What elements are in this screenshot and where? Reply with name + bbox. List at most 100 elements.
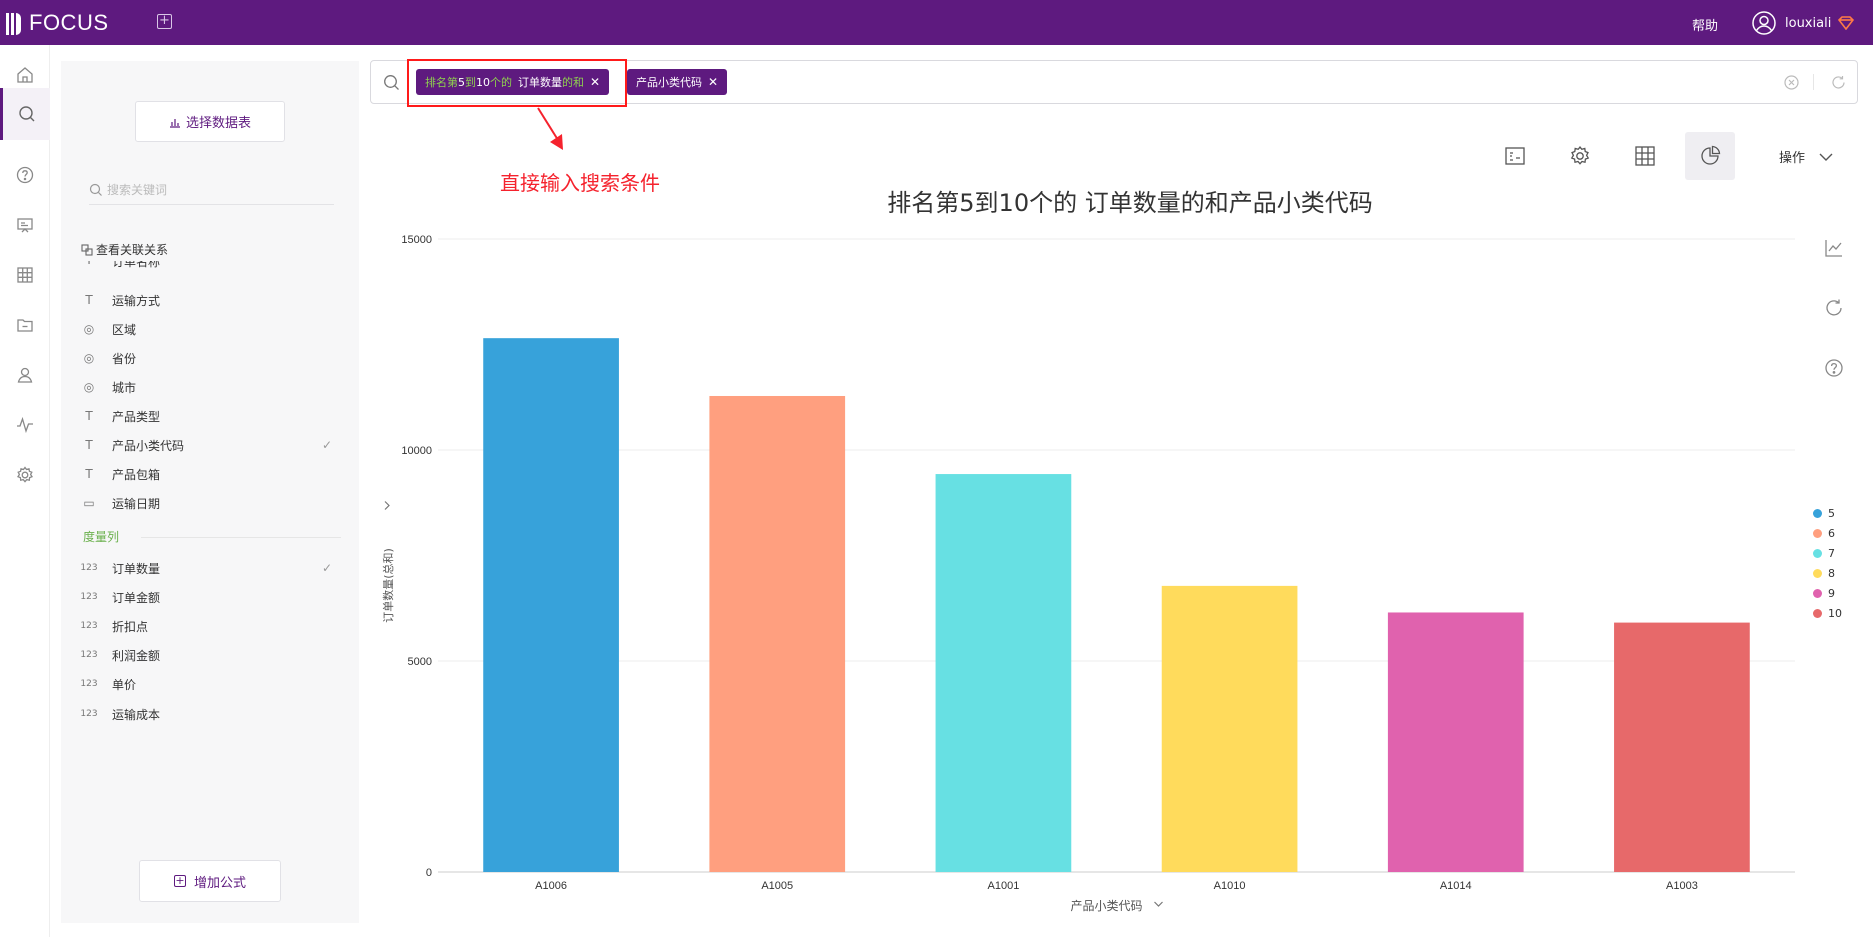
y-axis-label[interactable]: 订单数量(总和)	[381, 548, 395, 623]
field-name: 订单名称	[112, 261, 161, 269]
add-tab-icon[interactable]: +	[157, 14, 172, 29]
number-type-icon: 123	[80, 650, 98, 660]
field-name: 区域	[112, 322, 137, 337]
field-item-selected[interactable]: 123 订单数量 ✓	[61, 554, 359, 582]
field-item[interactable]: T 产品包箱	[61, 460, 359, 488]
presentation-icon	[17, 218, 33, 233]
y-tick-label: 15000	[401, 234, 432, 246]
field-item[interactable]: 123 单价	[61, 670, 359, 698]
x-tick-label: A1014	[1440, 880, 1472, 892]
chevron-right-icon	[384, 501, 390, 510]
text-type-icon: T	[85, 438, 93, 452]
field-item-selected[interactable]: T 产品小类代码 ✓	[61, 431, 359, 459]
annotation-text: 直接输入搜索条件	[500, 171, 660, 195]
top-bar: FOCUS + 帮助 louxiali	[0, 0, 1873, 45]
search-icon	[384, 75, 399, 90]
help-link[interactable]: 帮助	[1692, 15, 1718, 34]
link-icon	[81, 243, 93, 256]
table-view-button[interactable]	[1620, 132, 1670, 180]
remove-token-icon[interactable]: ✕	[708, 75, 718, 89]
field-search-input[interactable]: 搜索关键词	[89, 181, 334, 205]
view-relations-label: 查看关联关系	[96, 243, 169, 257]
field-item[interactable]: 123 运输成本	[61, 700, 359, 728]
field-item[interactable]: ◎ 省份	[61, 344, 359, 372]
view-relations-link[interactable]: 查看关联关系	[81, 241, 168, 258]
nav-help[interactable]	[0, 150, 50, 200]
select-table-label: 选择数据表	[185, 116, 251, 131]
text-type-icon: T	[82, 261, 96, 267]
nav-search[interactable]	[0, 88, 50, 140]
chart-help-icon[interactable]	[1824, 358, 1844, 378]
field-name: 运输日期	[112, 496, 161, 511]
table-icon	[17, 267, 33, 283]
field-item-partial[interactable]: T 订单名称	[61, 261, 359, 275]
select-table-button[interactable]: 选择数据表	[135, 101, 285, 142]
x-tick-label: A1003	[1666, 880, 1698, 892]
checkmark-icon: ✓	[322, 438, 333, 452]
bar[interactable]	[1614, 622, 1750, 872]
legend-item[interactable]: 5	[1813, 503, 1842, 523]
number-type-icon: 123	[80, 563, 98, 573]
legend-item[interactable]: 10	[1813, 603, 1842, 623]
chart-settings-button[interactable]	[1555, 132, 1605, 180]
section-divider	[141, 537, 341, 538]
legend-item[interactable]: 8	[1813, 563, 1842, 583]
nav-settings[interactable]	[0, 450, 50, 500]
settings-icon	[17, 466, 33, 483]
focus-logo[interactable]: FOCUS	[6, 10, 109, 36]
field-item[interactable]: 123 利润金额	[61, 641, 359, 669]
x-tick-label: A1006	[535, 880, 567, 892]
legend-item[interactable]: 9	[1813, 583, 1842, 603]
help-icon	[16, 166, 34, 184]
chart-view-button[interactable]	[1685, 132, 1735, 180]
field-item[interactable]: T 产品类型	[61, 402, 359, 430]
legend-label: 10	[1828, 606, 1842, 620]
nav-user[interactable]	[0, 350, 50, 400]
search-placeholder: 搜索关键词	[107, 183, 168, 197]
nav-folder[interactable]	[0, 300, 50, 350]
nav-activity[interactable]	[0, 400, 50, 450]
bar[interactable]	[483, 338, 619, 872]
bar[interactable]	[709, 395, 846, 872]
activity-icon	[17, 416, 33, 434]
user-menu[interactable]: louxiali	[1752, 11, 1855, 35]
bar[interactable]	[935, 474, 1072, 872]
bar[interactable]	[1161, 585, 1298, 872]
globe-icon: ◎	[83, 351, 95, 365]
legend-item[interactable]: 7	[1813, 543, 1842, 563]
bar-chart: 0 5000 10000 15000 A1006 A1005 A1001 A1010 A1014…	[381, 234, 1795, 913]
field-item[interactable]: ◎ 区域	[61, 315, 359, 343]
add-formula-label: 增加公式	[193, 875, 246, 891]
chart-type-button[interactable]	[1490, 132, 1540, 180]
nav-table[interactable]	[0, 250, 50, 300]
field-name: 订单数量	[112, 561, 161, 576]
calendar-icon: ▭	[83, 496, 95, 510]
refresh-search-icon[interactable]	[1831, 75, 1846, 90]
x-axis-label[interactable]: 产品小类代码	[1070, 899, 1142, 913]
field-item[interactable]: 123 折扣点	[61, 612, 359, 640]
field-item[interactable]: T 运输方式	[61, 286, 359, 314]
legend-item[interactable]: 6	[1813, 523, 1842, 543]
number-type-icon: 123	[80, 592, 98, 602]
search-icon	[89, 183, 102, 196]
clear-search-icon[interactable]	[1784, 75, 1799, 90]
text-type-icon: T	[85, 467, 93, 481]
add-formula-button[interactable]: + 增加公式	[139, 860, 281, 902]
x-tick-label: A1005	[761, 880, 793, 892]
bar[interactable]	[1387, 612, 1524, 872]
legend-label: 8	[1828, 566, 1835, 580]
legend-dot	[1813, 528, 1822, 538]
refresh-chart-icon[interactable]	[1824, 298, 1844, 318]
field-item[interactable]: ◎ 城市	[61, 373, 359, 401]
y-tick-label: 0	[426, 867, 432, 879]
operations-dropdown[interactable]: 操作	[1779, 147, 1833, 166]
search-token-column[interactable]: 产品小类代码 ✕	[627, 69, 728, 95]
field-item[interactable]: ▭ 运输日期	[61, 489, 359, 517]
username: louxiali	[1785, 15, 1832, 31]
home-icon	[17, 67, 33, 83]
legend-label: 5	[1828, 506, 1835, 520]
legend-dot	[1813, 548, 1822, 558]
nav-presentation[interactable]	[0, 200, 50, 250]
field-item[interactable]: 123 订单金额	[61, 583, 359, 611]
trend-line-icon[interactable]	[1824, 238, 1844, 258]
